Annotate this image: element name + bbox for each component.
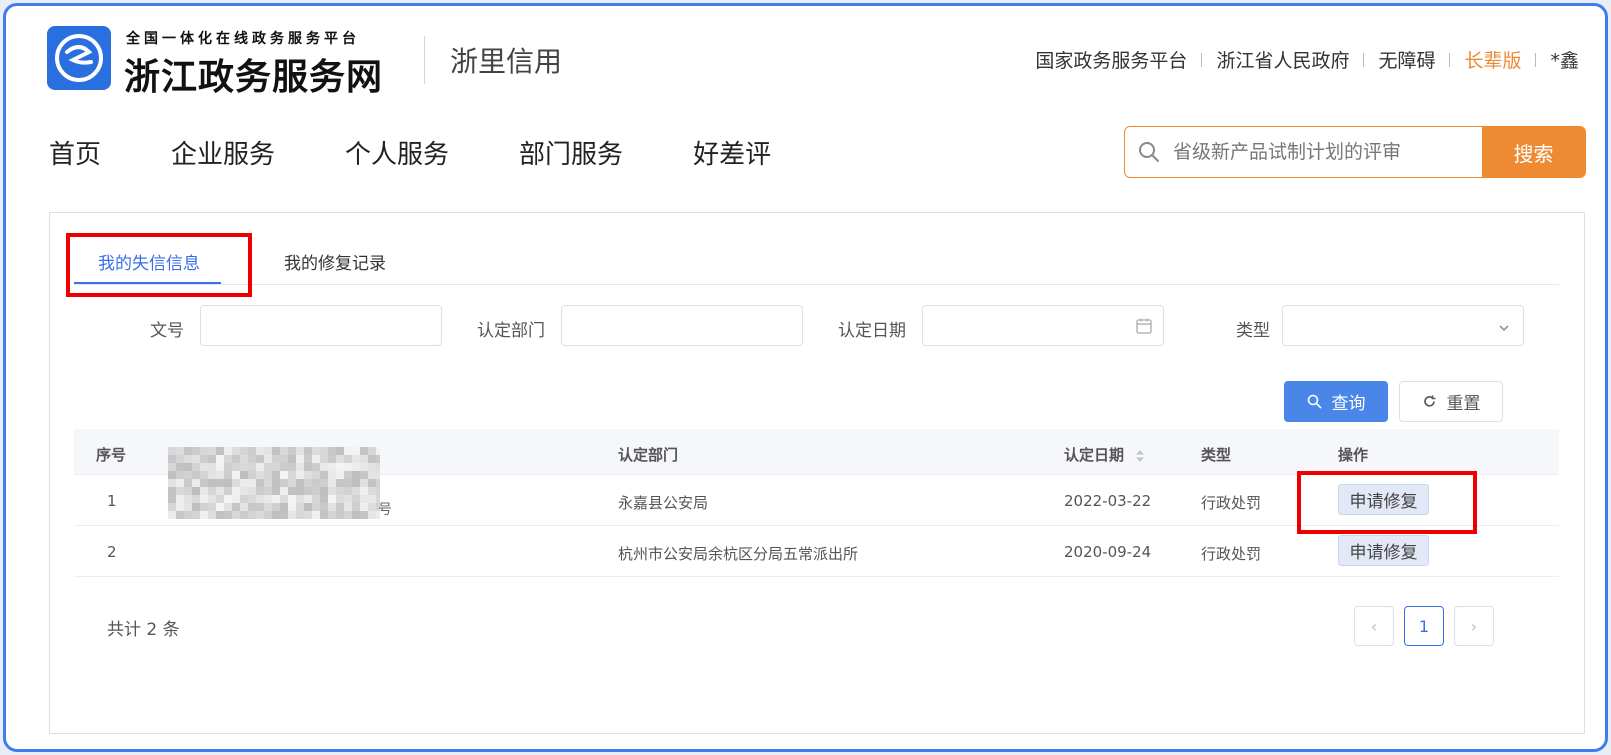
pagination: ‹ 1 ›: [1354, 606, 1494, 646]
apply-repair-button[interactable]: 申请修复: [1338, 535, 1429, 566]
user-name[interactable]: *鑫: [1550, 46, 1579, 73]
date-picker[interactable]: [922, 305, 1164, 346]
link-separator: [1363, 52, 1365, 67]
cell-date: 2020-09-24: [1064, 543, 1152, 561]
nav-rating[interactable]: 好差评: [693, 134, 771, 171]
sort-icon[interactable]: [1135, 449, 1145, 463]
repair-highlight-box: [1297, 471, 1477, 534]
col-dept: 认定部门: [618, 446, 679, 464]
col-date[interactable]: 认定日期: [1064, 444, 1145, 465]
top-links: 国家政务服务平台 浙江省人民政府 无障碍 长辈版 *鑫: [1035, 46, 1579, 73]
cell-dept: 永嘉县公安局: [618, 494, 709, 512]
prev-page-button[interactable]: ‹: [1354, 606, 1394, 646]
col-type: 类型: [1201, 446, 1232, 464]
search-icon: [1125, 127, 1173, 177]
nav-home[interactable]: 首页: [49, 134, 101, 171]
calendar-icon: [1135, 317, 1153, 339]
tab-highlight-box: [66, 233, 252, 297]
reset-button-label: 重置: [1446, 394, 1481, 414]
dept-input[interactable]: [561, 305, 803, 346]
main-nav: 首页 企业服务 个人服务 部门服务 好差评: [49, 134, 841, 171]
reset-button[interactable]: 重置: [1399, 381, 1503, 422]
link-accessibility[interactable]: 无障碍: [1378, 46, 1435, 73]
site-logo-icon[interactable]: [47, 26, 111, 90]
cell-type: 行政处罚: [1201, 494, 1262, 512]
cell-type: 行政处罚: [1201, 545, 1262, 563]
total-count: 共计 2 条: [107, 620, 180, 640]
link-national-platform[interactable]: 国家政务服务平台: [1035, 46, 1187, 73]
search-bar: 搜索: [1124, 126, 1586, 178]
date-label: 认定日期: [838, 321, 906, 341]
cell-index: 1: [107, 492, 117, 510]
tab-bar: 我的失信信息 我的修复记录: [74, 237, 1559, 285]
cell-dept: 杭州市公安局余杭区分局五常派出所: [618, 545, 859, 563]
credit-panel: 我的失信信息 我的修复记录 文号 认定部门 认定日期 类型 查询 重置 序号 认…: [49, 212, 1585, 734]
link-provincial-gov[interactable]: 浙江省人民政府: [1216, 46, 1349, 73]
logo-title[interactable]: 浙江政务服务网: [124, 48, 383, 100]
search-icon: [1307, 394, 1321, 409]
link-separator: [1535, 52, 1537, 67]
cell-date: 2022-03-22: [1064, 492, 1152, 510]
filter-row: 文号 认定部门 认定日期 类型: [50, 305, 1584, 347]
logo-divider: [424, 36, 425, 84]
cell-index: 2: [107, 543, 117, 561]
app-frame: 全国一体化在线政务服务平台 浙江政务服务网 浙里信用 国家政务服务平台 浙江省人…: [3, 3, 1608, 752]
col-action: 操作: [1338, 446, 1369, 464]
site-header: 全国一体化在线政务服务平台 浙江政务服务网 浙里信用 国家政务服务平台 浙江省人…: [6, 6, 1605, 106]
doc-no-label: 文号: [150, 321, 184, 341]
page-1-button[interactable]: 1: [1404, 606, 1444, 646]
dept-label: 认定部门: [477, 321, 545, 341]
chevron-down-icon: [1497, 320, 1511, 339]
refresh-icon: [1423, 395, 1435, 407]
search-button[interactable]: 搜索: [1482, 127, 1585, 177]
link-separator: [1449, 52, 1451, 67]
records-table: 序号 文号 认定部门 认定日期 类型 操作 1 永嘉县公安局 2022-03-2…: [74, 429, 1559, 577]
type-select[interactable]: [1282, 305, 1524, 346]
nav-department-services[interactable]: 部门服务: [519, 134, 623, 171]
col-date-label: 认定日期: [1064, 446, 1125, 464]
doc-no-tail: 号: [378, 502, 392, 518]
search-input[interactable]: [1173, 127, 1482, 177]
doc-no-input[interactable]: [200, 305, 442, 346]
nav-personal-services[interactable]: 个人服务: [345, 134, 449, 171]
col-index: 序号: [96, 446, 127, 464]
query-button[interactable]: 查询: [1284, 381, 1388, 422]
redacted-mosaic: [168, 447, 380, 519]
query-button-label: 查询: [1331, 394, 1366, 414]
nav-enterprise-services[interactable]: 企业服务: [171, 134, 275, 171]
next-page-button[interactable]: ›: [1454, 606, 1494, 646]
link-elder-mode[interactable]: 长辈版: [1464, 46, 1521, 73]
tab-my-repair-records[interactable]: 我的修复记录: [284, 249, 386, 274]
link-separator: [1201, 52, 1203, 67]
logo-subtitle: 全国一体化在线政务服务平台: [126, 31, 360, 47]
brand-name[interactable]: 浙里信用: [450, 40, 562, 80]
type-label: 类型: [1236, 321, 1270, 341]
